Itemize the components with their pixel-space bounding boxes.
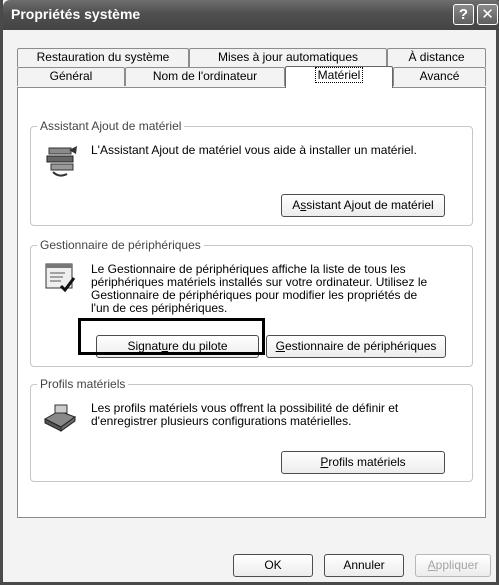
wizard-description: L'Assistant Ajout de matériel vous aide … (91, 143, 417, 157)
tab-label: Mises à jour automatiques (217, 50, 359, 64)
button-text: Signat (127, 339, 162, 353)
tab-general[interactable]: Général (17, 67, 125, 86)
title-bar[interactable]: Propriétés système ? ✕ (3, 0, 499, 30)
apply-button[interactable]: Appliquer (415, 554, 491, 577)
device-manager-button[interactable]: Gestionnaire de périphériques (266, 335, 446, 358)
button-text: ppliquer (435, 558, 479, 572)
add-hardware-wizard-button[interactable]: Assistant Ajout de matériel (281, 194, 445, 217)
button-text: sistant Ajout de matériel (306, 198, 434, 212)
tab-materiel[interactable]: Matériel (285, 66, 393, 88)
driver-signing-button[interactable]: Signature du pilote (96, 335, 259, 358)
group-hardware-profiles: Profils matériels Les profils matériels … (30, 377, 473, 482)
system-properties-window: Propriétés système ? ✕ Restauration du s… (0, 0, 499, 585)
tab-avance[interactable]: Avancé (393, 67, 486, 86)
window-title: Propriétés système (11, 6, 141, 22)
group-label: Gestionnaire de périphériques (37, 238, 204, 252)
button-text: rofils matériels (328, 455, 406, 469)
tab-label: Avancé (419, 69, 460, 83)
description-line: l'un de ces périphériques. (91, 301, 228, 315)
group-label: Profils matériels (37, 377, 129, 391)
hardware-profiles-button[interactable]: Profils matériels (281, 451, 445, 474)
profiles-description: Les profils matériels vous offrent la po… (91, 402, 398, 428)
tab-restauration[interactable]: Restauration du système (17, 48, 189, 67)
button-text: A (427, 558, 436, 572)
close-button[interactable]: ✕ (477, 4, 498, 25)
group-device-manager: Gestionnaire de périphériques Le Gestion… (30, 238, 473, 367)
tab-label: Nom de l'ordinateur (152, 69, 258, 83)
description-line: d'enregistrer plusieurs configurations m… (91, 414, 352, 428)
hardware-profiles-icon (43, 404, 77, 432)
cancel-button[interactable]: Annuler (324, 554, 404, 577)
button-text: G (275, 339, 285, 353)
tab-label: À distance (408, 50, 465, 64)
tab-label: Général (49, 69, 93, 83)
button-text: estionnaire de périphériques (284, 339, 437, 353)
device-manager-icon (45, 263, 76, 293)
tab-label: Restauration du système (36, 50, 170, 64)
button-text: re du pilote (168, 339, 228, 353)
tab-panel-materiel: Assistant Ajout de matériel L'Assistant … (17, 87, 486, 518)
help-button[interactable]: ? (453, 4, 474, 25)
tab-nom-ordinateur[interactable]: Nom de l'ordinateur (125, 67, 285, 86)
tab-mises-a-jour[interactable]: Mises à jour automatiques (189, 48, 387, 67)
hardware-wizard-icon (46, 146, 77, 177)
device-manager-description: Le Gestionnaire de périphériques affiche… (91, 263, 427, 315)
ok-button[interactable]: OK (233, 554, 313, 577)
tab-label: Matériel (314, 67, 364, 83)
tab-a-distance[interactable]: À distance (387, 48, 486, 67)
group-label: Assistant Ajout de matériel (37, 119, 185, 133)
group-hardware-wizard: Assistant Ajout de matériel L'Assistant … (30, 119, 473, 226)
